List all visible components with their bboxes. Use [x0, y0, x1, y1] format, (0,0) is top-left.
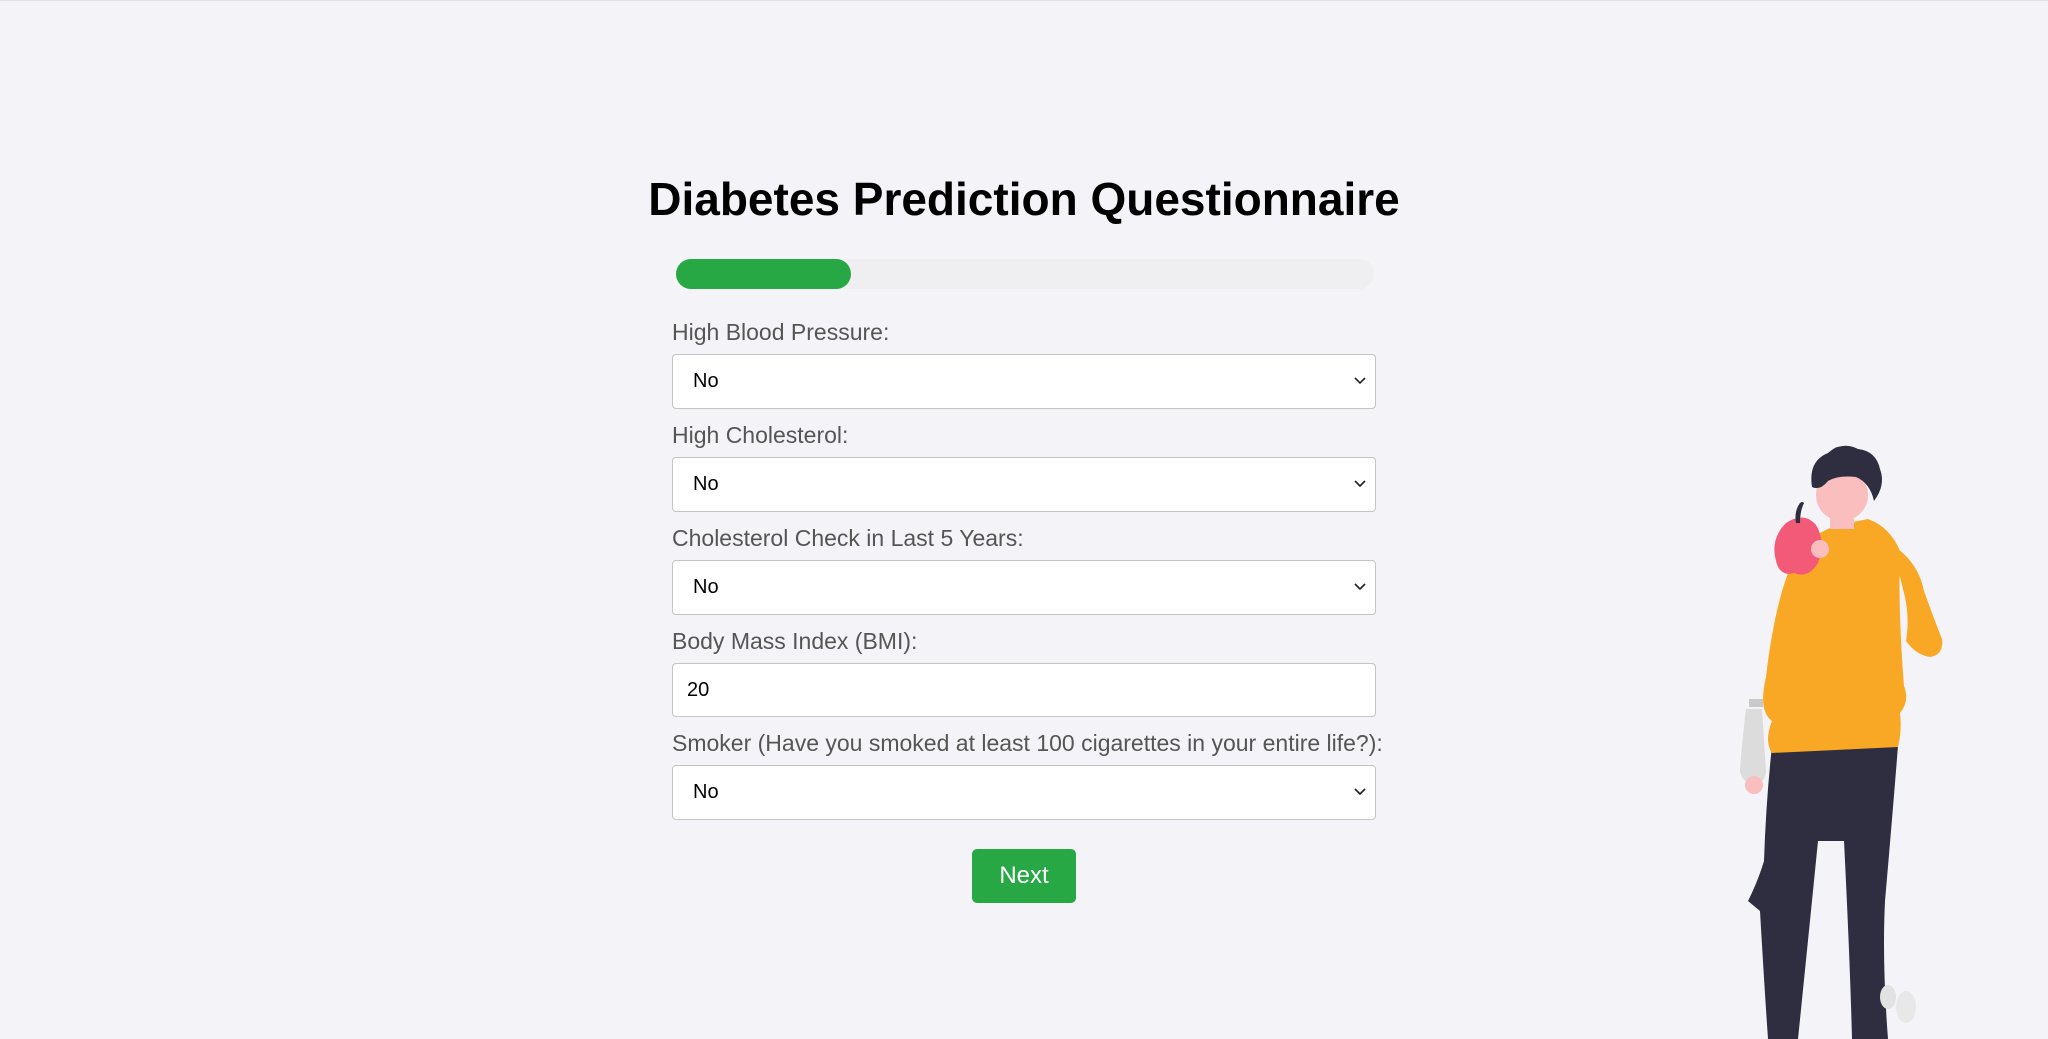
progress-bar [676, 259, 1374, 289]
progress-bar-fill [676, 259, 851, 289]
field-label-bmi: Body Mass Index (BMI): [672, 628, 918, 654]
cholesterol-check-select[interactable]: No [672, 560, 1376, 615]
bmi-value: 20 [687, 678, 710, 701]
field-label-high-blood-pressure: High Blood Pressure: [672, 319, 890, 345]
high-cholesterol-select[interactable]: No [672, 457, 1376, 512]
field-label-high-cholesterol: High Cholesterol: [672, 422, 849, 448]
next-button[interactable]: Next [972, 849, 1076, 903]
chevron-down-icon [1354, 582, 1366, 590]
cholesterol-check-value: No [693, 576, 719, 598]
field-label-smoker: Smoker (Have you smoked at least 100 cig… [672, 730, 1383, 756]
chevron-down-icon [1354, 376, 1366, 384]
page-title: Diabetes Prediction Questionnaire [648, 173, 1400, 225]
bmi-input[interactable]: 20 [672, 663, 1376, 717]
smoker-value: No [693, 781, 719, 803]
person-eating-apple-illustration [1740, 445, 1943, 1039]
smoker-select[interactable]: No [672, 765, 1376, 820]
high-blood-pressure-select[interactable]: No [672, 354, 1376, 409]
high-cholesterol-value: No [693, 473, 719, 495]
chevron-down-icon [1354, 787, 1366, 795]
field-label-cholesterol-check: Cholesterol Check in Last 5 Years: [672, 525, 1024, 551]
chevron-down-icon [1354, 479, 1366, 487]
high-blood-pressure-value: No [693, 370, 719, 392]
